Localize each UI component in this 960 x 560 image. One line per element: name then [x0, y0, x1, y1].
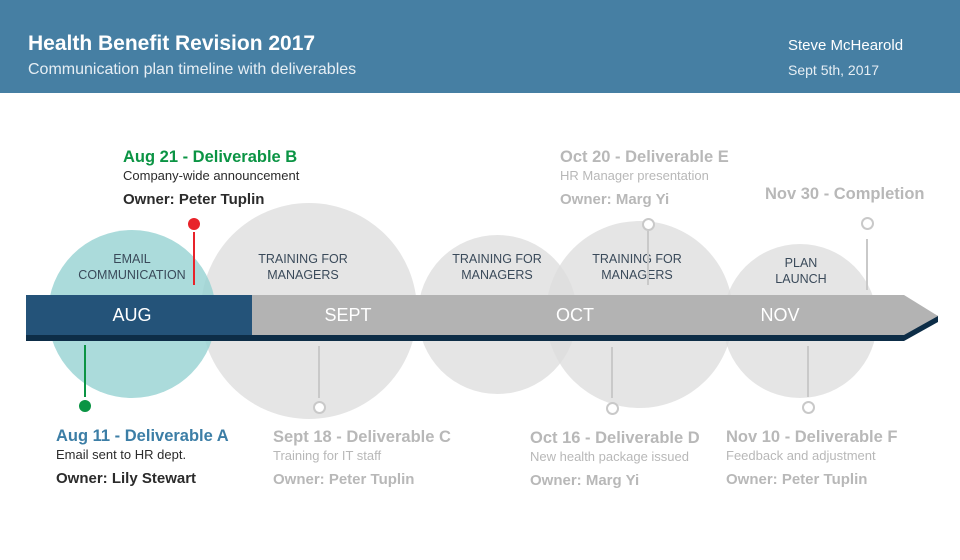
- event-heading: Aug 21 - Deliverable B: [123, 148, 298, 166]
- marker-ring-d: [606, 402, 619, 415]
- event-heading: Nov 10 - Deliverable F: [726, 428, 898, 446]
- marker-ring-f: [802, 401, 815, 414]
- event-desc: New health package issued: [530, 448, 689, 464]
- event-heading: Aug 11 - Deliverable A: [56, 427, 229, 445]
- event-heading: Sept 18 - Deliverable C: [273, 428, 451, 446]
- marker-line-e: [647, 231, 649, 285]
- event-heading: Oct 20 - Deliverable E: [560, 148, 729, 166]
- month-nov: NOV: [760, 305, 800, 325]
- event-deliverable-a: Aug 11 - Deliverable A Email sent to HR …: [56, 428, 229, 486]
- marker-ring-e: [642, 218, 655, 231]
- event-desc: Company-wide announcement: [123, 167, 300, 183]
- event-heading: Oct 16 - Deliverable D: [530, 429, 700, 447]
- marker-line-b: [193, 232, 195, 285]
- marker-line-f: [807, 346, 809, 397]
- event-owner: Owner: Marg Yi: [530, 471, 640, 489]
- event-deliverable-c: Sept 18 - Deliverable C Training for IT …: [273, 429, 451, 487]
- marker-ring-c: [313, 401, 326, 414]
- marker-line-completion: [866, 239, 868, 290]
- marker-line-a: [84, 345, 86, 397]
- month-sept: SEPT: [324, 305, 372, 325]
- month-aug: AUG: [112, 305, 152, 325]
- event-deliverable-d: Oct 16 - Deliverable D New health packag…: [530, 430, 700, 488]
- event-desc: HR Manager presentation: [560, 167, 709, 183]
- event-desc: Training for IT staff: [273, 447, 382, 463]
- event-deliverable-e: Oct 20 - Deliverable E HR Manager presen…: [560, 149, 729, 207]
- event-owner: Owner: Marg Yi: [560, 190, 670, 208]
- event-deliverable-b: Aug 21 - Deliverable B Company-wide anno…: [123, 149, 299, 207]
- month-oct: OCT: [556, 305, 594, 325]
- marker-dot-a: [79, 400, 91, 412]
- marker-dot-b: [188, 218, 200, 230]
- event-desc: Email sent to HR dept.: [56, 446, 187, 462]
- marker-ring-completion: [861, 217, 874, 230]
- event-owner: Owner: Lily Stewart: [56, 469, 197, 487]
- event-heading: Nov 30 - Completion: [765, 185, 925, 203]
- event-owner: Owner: Peter Tuplin: [273, 470, 415, 488]
- event-completion: Nov 30 - Completion: [765, 186, 925, 203]
- marker-line-c: [318, 346, 320, 398]
- event-owner: Owner: Peter Tuplin: [123, 190, 265, 208]
- event-desc: Feedback and adjustment: [726, 447, 876, 463]
- marker-line-d: [611, 347, 613, 398]
- event-deliverable-f: Nov 10 - Deliverable F Feedback and adju…: [726, 429, 898, 487]
- event-owner: Owner: Peter Tuplin: [726, 470, 868, 488]
